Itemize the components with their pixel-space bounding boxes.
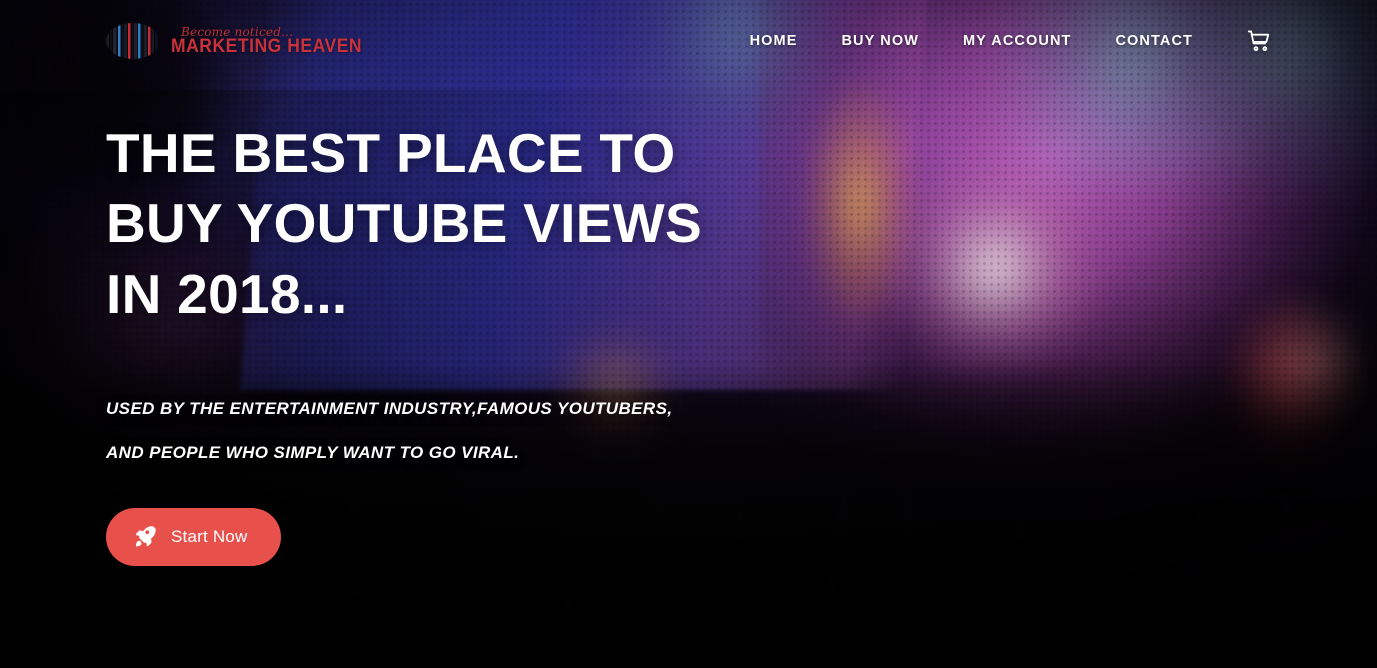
start-now-button[interactable]: Start Now xyxy=(106,507,282,566)
subheadline-line-1: USED BY THE ENTERTAINMENT INDUSTRY,FAMOU… xyxy=(106,399,673,419)
site-logo[interactable]: Become noticed... MARKETING HEAVEN xyxy=(103,19,379,63)
hero-content: THE BEST PLACE TO BUY YOUTUBE VIEWS IN 2… xyxy=(106,118,866,566)
start-now-label: Start Now xyxy=(171,526,248,546)
nav-my-account[interactable]: MY ACCOUNT xyxy=(941,27,1093,55)
main-navigation: HOME BUY NOW MY ACCOUNT CONTACT xyxy=(728,27,1273,55)
hero-section: Become noticed... MARKETING HEAVEN HOME … xyxy=(0,0,1377,668)
logo-name: MARKETING HEAVEN xyxy=(171,35,363,57)
site-header: Become noticed... MARKETING HEAVEN HOME … xyxy=(0,0,1377,82)
headline-line-3: IN 2018... xyxy=(106,262,348,325)
page-title: THE BEST PLACE TO BUY YOUTUBE VIEWS IN 2… xyxy=(106,118,866,329)
nav-contact[interactable]: CONTACT xyxy=(1093,27,1215,55)
nav-home[interactable]: HOME xyxy=(728,27,820,55)
rocket-icon xyxy=(134,525,157,548)
equalizer-bars-icon xyxy=(103,21,163,61)
nav-buy-now[interactable]: BUY NOW xyxy=(819,27,941,55)
hero-subheadline: USED BY THE ENTERTAINMENT INDUSTRY,FAMOU… xyxy=(106,387,866,475)
subheadline-line-2: AND PEOPLE WHO SIMPLY WANT TO GO VIRAL. xyxy=(106,443,520,463)
headline-line-2: BUY YOUTUBE VIEWS xyxy=(106,192,702,255)
headline-line-1: THE BEST PLACE TO xyxy=(106,122,676,184)
shopping-cart-icon[interactable] xyxy=(1245,27,1273,55)
